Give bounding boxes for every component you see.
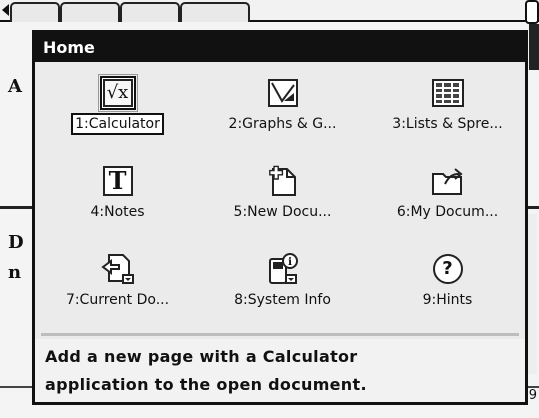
app-new-document[interactable]: 5:New Docu...	[200, 156, 365, 228]
app-label: 9:Hints	[422, 292, 473, 308]
page-tab[interactable]	[180, 2, 250, 22]
description-text: Add a new page with a Calculator	[45, 347, 358, 366]
hint-question-icon: ?	[430, 252, 466, 286]
app-label: 8:System Info	[234, 292, 331, 308]
app-my-documents[interactable]: 6:My Docum...	[365, 156, 530, 228]
page-tab[interactable]	[10, 2, 60, 22]
app-label: 6:My Docum...	[396, 204, 499, 220]
home-menu: Home √x 1:Calculator 2:Graphs & G... 3:L…	[32, 30, 528, 405]
background-text: A	[8, 76, 22, 97]
app-label: 2:Graphs & G...	[228, 116, 337, 132]
app-lists-spreadsheet[interactable]: 3:Lists & Spre...	[365, 68, 530, 140]
app-current-document[interactable]: 7:Current Do...	[35, 244, 200, 316]
app-label: 3:Lists & Spre...	[392, 116, 503, 132]
description-text: application to the open document.	[45, 375, 367, 394]
current-document-icon	[100, 252, 136, 286]
page-tab-bar	[0, 0, 539, 22]
spreadsheet-icon	[430, 76, 466, 110]
page-number: 9	[528, 388, 537, 403]
page-tab[interactable]	[120, 2, 180, 22]
app-label: 7:Current Do...	[65, 292, 170, 308]
calculator-sqrt-icon: √x	[97, 74, 138, 112]
app-notes[interactable]: T 4:Notes	[35, 156, 200, 228]
background-text: D	[8, 232, 24, 253]
tab-scroll-left-icon[interactable]	[2, 4, 9, 16]
new-document-icon	[265, 164, 301, 198]
notes-T-icon: T	[100, 164, 136, 198]
app-label: 5:New Docu...	[233, 204, 332, 220]
background-panel	[529, 24, 539, 70]
menu-title: Home	[35, 33, 525, 62]
description-panel: Add a new page with a Calculator applica…	[35, 339, 525, 402]
graphs-icon	[265, 76, 301, 110]
app-calculator[interactable]: √x 1:Calculator	[35, 68, 200, 140]
divider	[41, 333, 519, 336]
app-system-info[interactable]: i 8:System Info	[200, 244, 365, 316]
background-text: n	[8, 262, 22, 283]
my-documents-folder-icon	[430, 164, 466, 198]
app-hints[interactable]: ? 9:Hints	[365, 244, 530, 316]
svg-text:i: i	[288, 257, 292, 268]
window-button[interactable]	[525, 0, 539, 24]
app-graphs[interactable]: 2:Graphs & G...	[200, 68, 365, 140]
app-grid: √x 1:Calculator 2:Graphs & G... 3:Lists …	[35, 62, 525, 334]
app-label: 4:Notes	[90, 204, 145, 220]
page-tab[interactable]	[60, 2, 120, 22]
system-info-icon: i	[265, 252, 301, 286]
app-label: 1:Calculator	[71, 113, 164, 135]
